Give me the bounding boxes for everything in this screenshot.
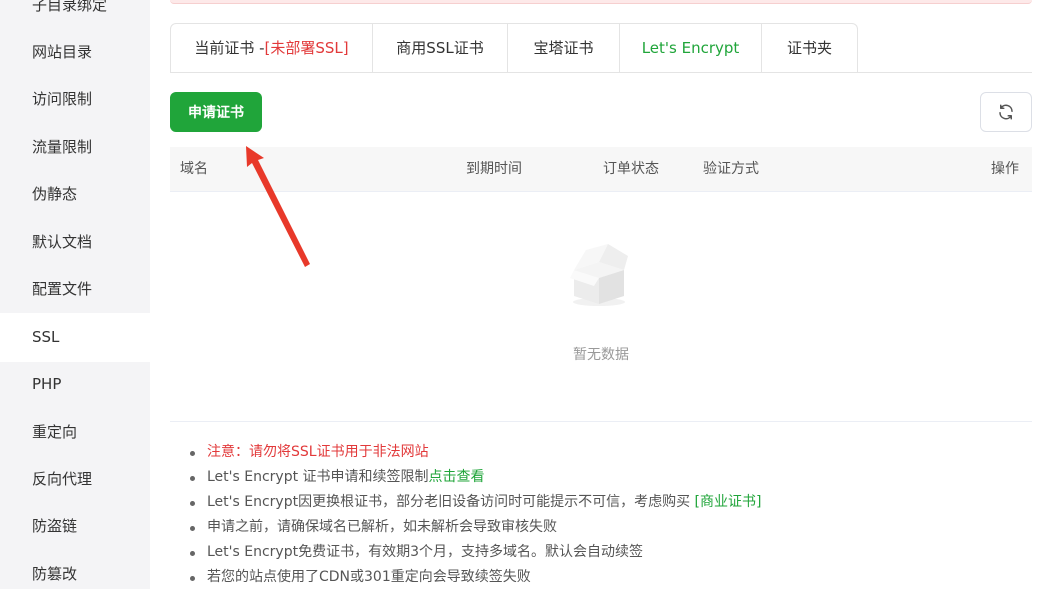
sidebar-item-hotlink[interactable]: 防盗链 — [0, 503, 150, 550]
column-domain: 域名 — [180, 161, 208, 177]
notes-list: 注意：请勿将SSL证书用于非法网站 Let's Encrypt 证书申请和续签限… — [190, 440, 1032, 589]
tab-commercial-ssl[interactable]: 商用SSL证书 — [373, 23, 508, 73]
rate-limit-link[interactable]: 点击查看 — [429, 469, 485, 485]
sidebar-item-reverse-proxy[interactable]: 反向代理 — [0, 456, 150, 503]
sidebar-item-rewrite[interactable]: 伪静态 — [0, 171, 150, 218]
note-item: 注意：请勿将SSL证书用于非法网站 — [190, 440, 1032, 465]
tabs-divider — [170, 72, 1032, 73]
note-text: Let's Encrypt因更换根证书，部分老旧设备访问时可能提示不可信，考虑购… — [207, 494, 695, 510]
refresh-icon — [999, 104, 1013, 120]
sidebar-item-site-directory[interactable]: 网站目录 — [0, 29, 150, 76]
alert-strip — [170, 0, 1032, 4]
sidebar-item-tamper-proof[interactable]: 防篡改 — [0, 551, 150, 589]
sidebar-item-config-file[interactable]: 配置文件 — [0, 266, 150, 313]
column-verify-method: 验证方式 — [703, 161, 759, 177]
tab-baota-cert[interactable]: 宝塔证书 — [508, 23, 620, 73]
ssl-tabs: 当前证书 -[未部署SSL] 商用SSL证书 宝塔证书 Let's Encryp… — [170, 23, 858, 73]
note-item: Let's Encrypt因更换根证书，部分老旧设备访问时可能提示不可信，考虑购… — [190, 490, 1032, 515]
sidebar-item-ssl[interactable]: SSL — [0, 313, 150, 362]
sidebar-item-redirect[interactable]: 重定向 — [0, 409, 150, 456]
empty-text: 暂无数据 — [573, 347, 629, 363]
note-text: 若您的站点使用了CDN或301重定向会导致续签失败 — [207, 569, 531, 585]
tab-letsencrypt[interactable]: Let's Encrypt — [620, 23, 762, 73]
sidebar-item-traffic-limit[interactable]: 流量限制 — [0, 124, 150, 171]
column-order-status: 订单状态 — [603, 161, 659, 177]
empty-state: 暂无数据 — [170, 192, 1032, 422]
commercial-cert-link[interactable]: [商业证书] — [695, 494, 762, 510]
note-warning-text: 注意：请勿将SSL证书用于非法网站 — [207, 444, 429, 460]
column-actions: 操作 — [991, 161, 1019, 177]
note-item: 若您的站点使用了CDN或301重定向会导致续签失败 — [190, 565, 1032, 589]
tab-current-cert-label: 当前证书 - — [194, 39, 265, 57]
note-text: Let's Encrypt 证书申请和续签限制 — [207, 469, 429, 485]
note-text: 申请之前，请确保域名已解析，如未解析会导致审核失败 — [207, 519, 557, 535]
note-item: Let's Encrypt 证书申请和续签限制点击查看 — [190, 465, 1032, 490]
apply-cert-button[interactable]: 申请证书 — [170, 92, 262, 132]
note-item: 申请之前，请确保域名已解析，如未解析会导致审核失败 — [190, 515, 1032, 540]
tab-current-cert-status: [未部署SSL] — [264, 39, 349, 57]
column-expiry: 到期时间 — [466, 161, 522, 177]
refresh-button[interactable] — [980, 92, 1032, 132]
note-item: Let's Encrypt免费证书，有效期3个月，支持多域名。默认会自动续签 — [190, 540, 1032, 565]
tab-current-cert[interactable]: 当前证书 -[未部署SSL] — [170, 23, 373, 73]
cert-table-header: 域名 到期时间 订单状态 验证方式 操作 — [170, 147, 1032, 192]
sidebar: 子目录绑定 网站目录 访问限制 流量限制 伪静态 默认文档 配置文件 SSL P… — [0, 0, 150, 589]
sidebar-item-subdir-binding[interactable]: 子目录绑定 — [0, 0, 150, 29]
sidebar-item-access-limit[interactable]: 访问限制 — [0, 76, 150, 123]
sidebar-item-default-doc[interactable]: 默认文档 — [0, 219, 150, 266]
note-text: Let's Encrypt免费证书，有效期3个月，支持多域名。默认会自动续签 — [207, 544, 643, 560]
empty-box-icon — [570, 244, 628, 306]
tab-cert-folder[interactable]: 证书夹 — [762, 23, 858, 73]
sidebar-item-php[interactable]: PHP — [0, 361, 150, 408]
